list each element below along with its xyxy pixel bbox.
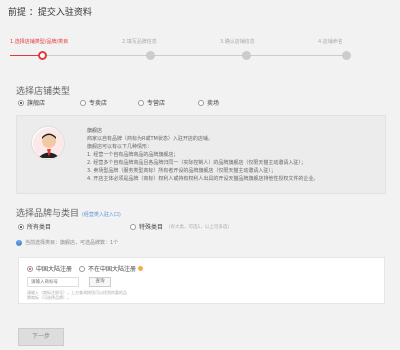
store-type-specialty-radio[interactable]: 专营店 — [138, 98, 165, 107]
radio-hint: （有大类，可选1，以上可多选） — [166, 224, 232, 230]
page-header: 前提 ：提交入驻资料 — [0, 0, 400, 22]
trademark-help-text: 请输入（商标注册号），上方查询按钮可以找到你要的品牌商标（可选择品牌）。 — [27, 290, 127, 300]
store-type-exclusive-radio[interactable]: 专卖店 — [80, 98, 107, 107]
radio-label: 所有类目 — [27, 224, 52, 231]
radio-dot — [138, 99, 144, 106]
store-type-flagship-radio[interactable]: 旗舰店 — [18, 98, 45, 107]
step-2-label: 2.填写品牌信息 — [122, 39, 157, 45]
category-all-radio[interactable]: 所有类目 — [18, 222, 51, 231]
store-type-mall-radio[interactable]: 卖场 — [198, 98, 219, 107]
radio-dot — [79, 265, 85, 272]
radio-label: 不在中国大陆注册 — [88, 266, 137, 273]
info-line: 商家以自有品牌（商标为R或TM状态）入驻开店的店铺。 — [87, 136, 213, 142]
info-store-name: 旗舰店 — [87, 128, 103, 134]
origin-overseas-radio[interactable]: 不在中国大陆注册 — [79, 264, 144, 273]
radio-label: 专卖店 — [89, 100, 108, 107]
step-4-dot — [342, 51, 351, 60]
warning-icon — [138, 266, 144, 271]
origin-mainland-radio[interactable]: 中国大陆注册 — [27, 264, 72, 273]
info-text: 旗舰店 商家以自有品牌（商标为R或TM状态）入驻开店的店铺。 旗舰店可以有以下几… — [87, 127, 377, 183]
radio-dot — [130, 223, 136, 230]
radio-dot — [198, 99, 204, 106]
radio-dot — [18, 223, 24, 230]
radio-dot — [80, 99, 86, 106]
step-line-pending — [46, 55, 346, 56]
radio-dot — [18, 99, 24, 106]
store-type-info-box: 旗舰店 商家以自有品牌（商标为R或TM状态）入驻开店的店铺。 旗舰店可以有以下几… — [16, 115, 386, 194]
step-3-dot — [242, 51, 251, 60]
radio-dot — [27, 265, 33, 272]
info-line: 1. 经营一个自有品牌商品的品牌旗舰店； — [87, 152, 179, 158]
step-2-dot — [146, 51, 155, 60]
page-title: 前提 ：提交入驻资料 — [8, 8, 92, 18]
notice-text: 当前选择类目：旗舰店，可选品牌数：1个 — [25, 240, 119, 246]
info-icon: i — [16, 239, 22, 246]
radio-label: 旗舰店 — [27, 100, 46, 107]
store-type-title: 选择店铺类型 — [16, 87, 71, 97]
trademark-number-input[interactable] — [27, 277, 79, 287]
brand-origin-box: 中国大陆注册 不在中国大陆注册 查询 请输入（商标注册号），上方查询按钮可以找到… — [18, 257, 385, 304]
info-line: 4. 开店主体必须是品牌（商标）权利人或持有权利人出具的开设天猫品牌旗舰店排他性… — [87, 176, 319, 182]
category-special-radio[interactable]: 特殊类目 （有大类，可选1，以上可多选） — [130, 222, 232, 231]
avatar-icon — [31, 126, 65, 160]
step-1-label: 1.选择店铺类型/品牌/类目 — [10, 39, 69, 45]
brand-category-heading: 选择品牌与类目 (经营类入驻入口) — [16, 206, 121, 219]
info-line: 2. 经营多个自有品牌商品且各品牌归同一（实际控制人）的品牌旗舰店（仅限天猫主动… — [87, 160, 306, 166]
step-4-label: 4.店铺命名 — [318, 39, 343, 45]
radio-label: 卖场 — [207, 100, 220, 107]
radio-label: 中国大陆注册 — [36, 266, 73, 273]
brand-entry-link[interactable]: (经营类入驻入口) — [82, 212, 121, 218]
step-3-label: 3.确认店铺信息 — [220, 39, 255, 45]
next-step-button[interactable]: 下一步 — [18, 328, 64, 346]
step-1-dot — [38, 51, 47, 60]
query-button[interactable]: 查询 — [89, 277, 111, 287]
category-notice: i 当前选择类目：旗舰店，可选品牌数：1个 — [16, 239, 118, 246]
info-line: 3. 卖场型品牌（服务类型商标）所有者开设的品牌旗舰店（仅限天猫主动邀请入驻）； — [87, 168, 276, 174]
radio-label: 专营店 — [147, 100, 166, 107]
radio-label: 特殊类目 — [139, 224, 164, 231]
progress-steps: 1.选择店铺类型/品牌/类目 2.填写品牌信息 3.确认店铺信息 4.店铺命名 — [0, 33, 400, 61]
info-line: 旗舰店可以有以下几种情形： — [87, 144, 153, 150]
brand-category-title: 选择品牌与类目 — [16, 209, 80, 219]
